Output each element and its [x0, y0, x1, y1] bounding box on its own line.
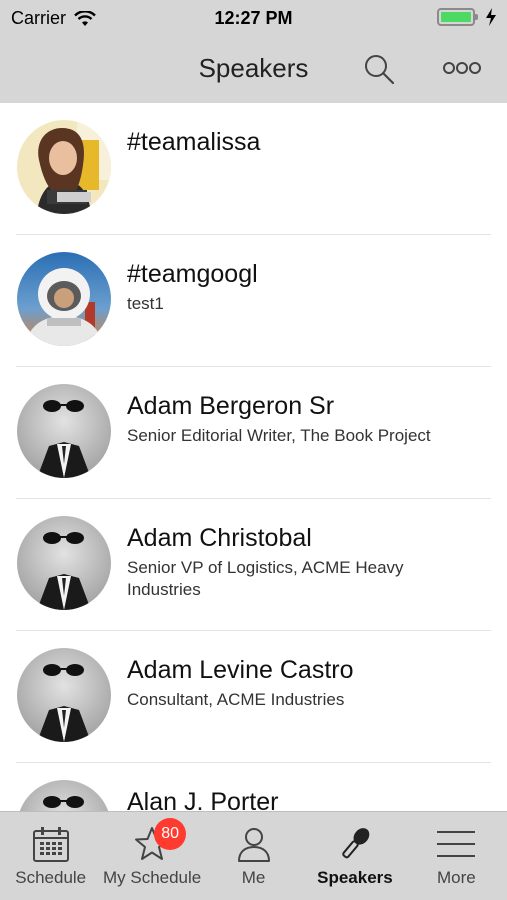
speaker-name: Adam Bergeron Sr [127, 392, 335, 420]
tab-speakers[interactable]: Speakers [304, 812, 405, 900]
avatar [17, 648, 111, 742]
tab-label: My Schedule [102, 868, 202, 887]
speaker-subtitle: Consultant, ACME Industries [127, 690, 345, 709]
tab-bar: Schedule 80 My Schedule Me Speakers More [0, 811, 507, 900]
avatar [17, 120, 111, 214]
avatar [17, 252, 111, 346]
menu-icon [437, 831, 476, 857]
status-right [437, 8, 497, 26]
tab-schedule[interactable]: Schedule [0, 812, 101, 900]
speaker-list[interactable]: #teamalissa #teamgoogl test1 Adam Berger… [0, 103, 507, 811]
speaker-name: Adam Levine Castro [127, 656, 354, 684]
speaker-row[interactable]: Adam Levine Castro Consultant, ACME Indu… [0, 631, 507, 763]
calendar-icon [32, 827, 69, 862]
speaker-row[interactable]: Alan J. Porter [0, 763, 507, 811]
nav-bar: Speakers [0, 36, 507, 103]
page-title: Speakers [198, 53, 309, 83]
tab-label: More [436, 868, 476, 887]
more-options-icon[interactable] [442, 60, 482, 76]
speaker-subtitle: test1 [127, 294, 164, 313]
speaker-subtitle: Senior VP of Logistics, ACME Heavy Indus… [127, 558, 404, 599]
search-icon[interactable] [362, 52, 396, 86]
tab-label: Speakers [317, 868, 393, 887]
charging-icon [486, 8, 496, 26]
speaker-subtitle: Senior Editorial Writer, The Book Projec… [127, 426, 431, 445]
avatar [17, 384, 111, 478]
tab-label: Me [241, 868, 266, 887]
tab-me[interactable]: Me [203, 812, 304, 900]
microphone-icon [342, 828, 370, 859]
status-time: 12:27 PM [214, 8, 293, 28]
speaker-row[interactable]: Adam Christobal Senior VP of Logistics, … [0, 499, 507, 631]
speaker-row[interactable]: #teamalissa [0, 103, 507, 235]
speaker-name: #teamalissa [127, 128, 261, 156]
avatar [17, 516, 111, 610]
battery-icon [437, 8, 478, 26]
speaker-row[interactable]: #teamgoogl test1 [0, 235, 507, 367]
person-icon [237, 828, 270, 862]
speaker-row[interactable]: Adam Bergeron Sr Senior Editorial Writer… [0, 367, 507, 499]
tab-label: Schedule [15, 868, 87, 887]
tab-more[interactable]: More [406, 812, 507, 900]
notification-badge: 80 [154, 818, 187, 850]
status-bar: Carrier 12:27 PM [0, 0, 507, 36]
avatar [17, 780, 111, 811]
speaker-name: #teamgoogl [127, 260, 258, 288]
speaker-name: Adam Christobal [127, 524, 312, 552]
tab-my-schedule[interactable]: 80 My Schedule [101, 812, 202, 900]
speaker-name: Alan J. Porter [127, 788, 279, 811]
